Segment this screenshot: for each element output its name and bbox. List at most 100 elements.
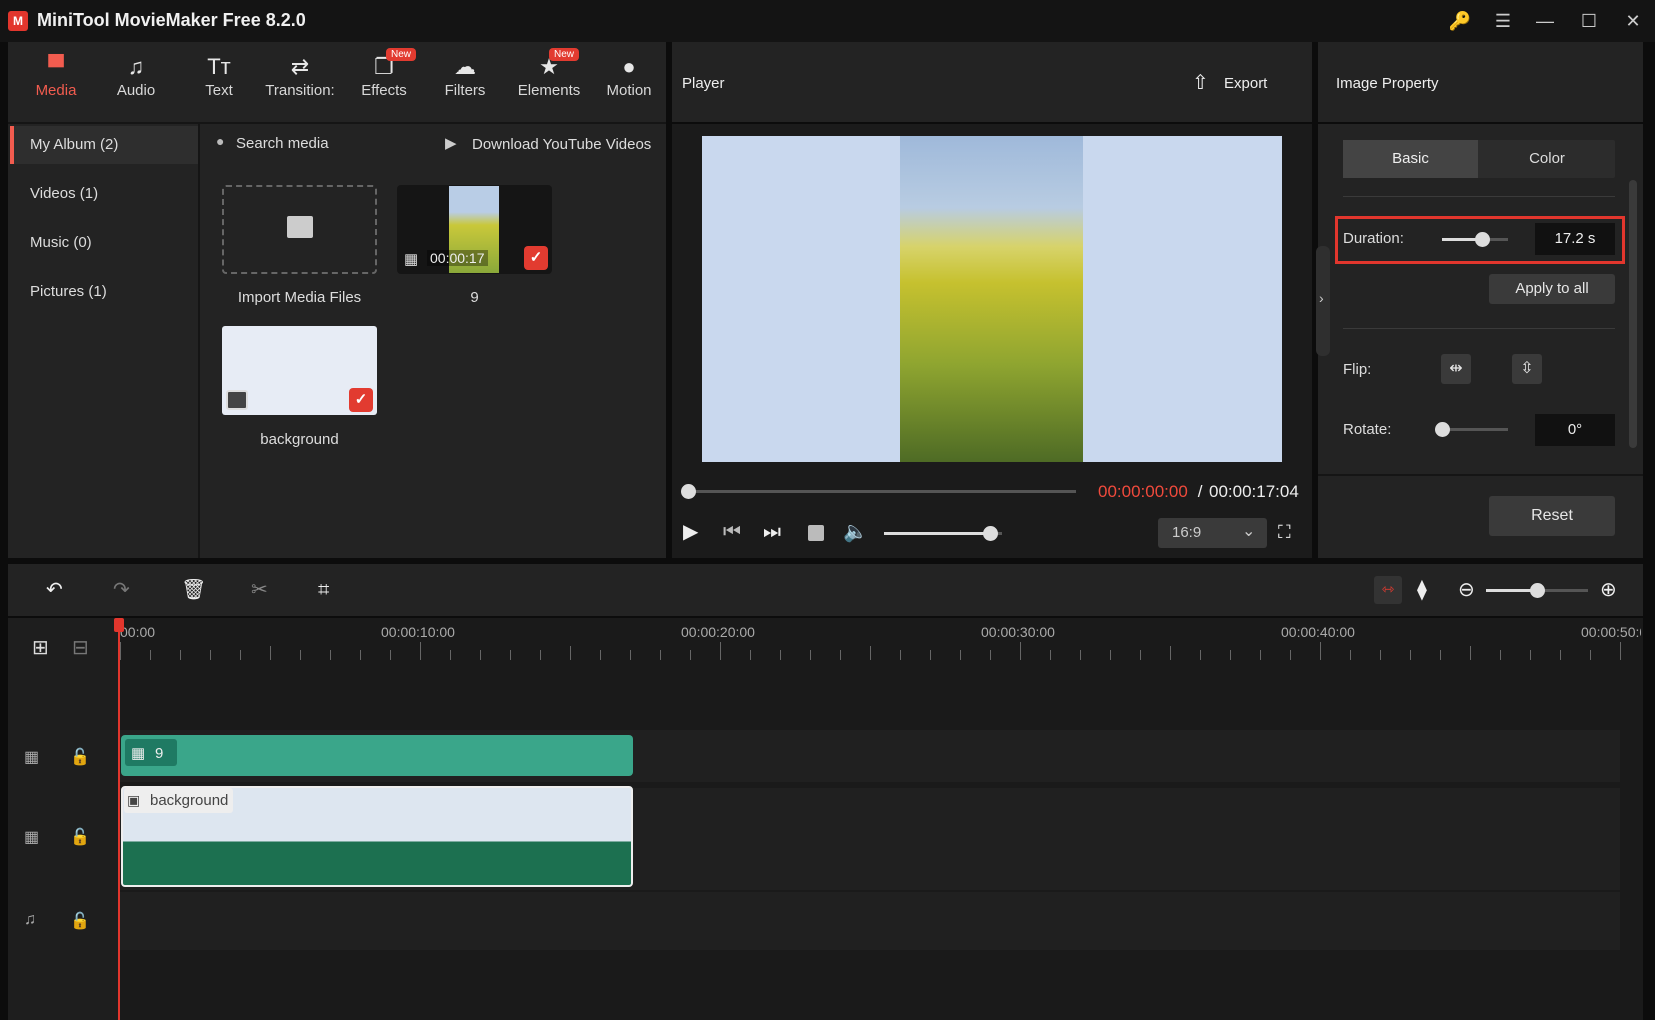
ruler-tick [1620, 642, 1621, 660]
ruler-tick [930, 650, 931, 660]
app-title: MiniTool MovieMaker Free 8.2.0 [37, 10, 306, 30]
property-scrollbar[interactable] [1629, 180, 1637, 448]
reset-button[interactable]: Reset [1489, 496, 1615, 536]
lock-icon[interactable]: 🔓 [70, 827, 90, 847]
ruler-tick [330, 650, 331, 660]
flip-horizontal-icon[interactable]: ⇹ [1441, 354, 1471, 384]
playhead-handle[interactable] [114, 618, 124, 632]
previous-frame-icon[interactable]: ⏮ [723, 520, 741, 544]
search-input[interactable]: Search media [236, 135, 386, 152]
ruler-tick [180, 650, 181, 660]
flip-vertical-icon[interactable]: ⇳ [1512, 354, 1542, 384]
ruler-tick [390, 650, 391, 660]
tab-basic[interactable]: Basic [1343, 140, 1478, 178]
clip-duration: 00:00:17 [427, 250, 488, 266]
player-header [672, 42, 1312, 122]
tab-label: Audio [116, 82, 156, 99]
tab-audio[interactable]: ♫ Audio [98, 52, 174, 112]
ruler-tick [1140, 650, 1141, 660]
background-name: background [260, 431, 339, 448]
apply-to-all-button[interactable]: Apply to all [1489, 274, 1615, 304]
tab-media[interactable]: ▀ Media [18, 52, 94, 112]
flip-label: Flip: [1343, 361, 1372, 378]
ruler-tick [540, 650, 541, 660]
redo-icon[interactable]: ↷ [113, 578, 130, 602]
rotate-input[interactable]: 0° [1535, 414, 1615, 446]
ruler-tick [510, 650, 511, 660]
fullscreen-icon[interactable]: ⛶ [1278, 520, 1291, 544]
ruler-tick [120, 642, 121, 660]
zoom-handle[interactable] [1530, 583, 1545, 598]
ruler-tick [480, 650, 481, 660]
album-item-videos[interactable]: Videos (1) [10, 175, 198, 213]
progress-track[interactable] [688, 490, 1076, 493]
checked-icon[interactable]: ✓ [349, 388, 373, 412]
lock-icon[interactable]: 🔓 [70, 747, 90, 767]
undo-icon[interactable]: ↶ [46, 578, 63, 602]
duration-slider-handle[interactable] [1474, 232, 1490, 247]
current-time: 00:00:00:00 [1098, 482, 1188, 501]
add-track-icon[interactable]: ⊞ [32, 635, 49, 660]
folder-icon [287, 216, 313, 238]
rotate-slider-track[interactable] [1442, 428, 1508, 431]
tab-color[interactable]: Color [1479, 140, 1615, 178]
minimize-button[interactable]: — [1530, 8, 1560, 34]
chevron-right-icon: › [1319, 290, 1324, 306]
tab-elements[interactable]: New ★ Elements [509, 48, 589, 112]
menu-icon[interactable]: ☰ [1488, 8, 1518, 34]
timeline-ruler[interactable] [120, 618, 1621, 674]
divider [1343, 328, 1615, 329]
property-panel [1318, 124, 1643, 558]
export-button[interactable]: Export [1224, 75, 1267, 92]
rotate-slider-handle[interactable] [1435, 422, 1450, 437]
download-youtube-link[interactable]: Download YouTube Videos [472, 136, 651, 153]
tab-effects[interactable]: New ❐ Effects [346, 48, 422, 112]
ruler-tick [870, 646, 871, 660]
remove-track-icon[interactable]: ⊟ [72, 635, 89, 660]
split-icon[interactable]: ✂ [251, 578, 268, 602]
ruler-tick [1110, 650, 1111, 660]
ruler-tick [1290, 650, 1291, 660]
tab-label: Effects [361, 82, 407, 99]
play-icon[interactable]: ▶ [683, 520, 698, 544]
fit-timeline-icon[interactable]: ⧫ [1417, 578, 1427, 602]
ruler-tick [1440, 650, 1441, 660]
ruler-tick [420, 642, 421, 660]
album-item-my-album[interactable]: My Album (2) [10, 126, 198, 164]
ruler-tick [450, 650, 451, 660]
snap-icon[interactable]: ⇿ [1374, 576, 1402, 604]
ruler-tick [840, 650, 841, 660]
duration-input[interactable]: 17.2 s [1535, 223, 1615, 255]
album-item-pictures[interactable]: Pictures (1) [10, 273, 198, 311]
key-icon[interactable]: 🔑 [1445, 8, 1475, 34]
crop-icon[interactable]: ⌗ [318, 578, 329, 602]
video-clip[interactable] [121, 735, 633, 776]
tab-filters[interactable]: ☁ Filters [427, 52, 503, 112]
tab-motion[interactable]: ● Motion [591, 52, 667, 112]
album-item-music[interactable]: Music (0) [10, 224, 198, 262]
export-icon: ⇧ [1192, 72, 1209, 94]
tab-text[interactable]: Tт Text [181, 52, 257, 112]
zoom-in-icon[interactable]: ⊕ [1600, 578, 1617, 602]
ruler-tick [300, 650, 301, 660]
ruler-tick [660, 650, 661, 660]
clip-name: 9 [470, 289, 479, 306]
delete-icon[interactable]: 🗑 [181, 578, 206, 602]
music-note-icon: ♫ [127, 54, 145, 79]
playhead[interactable] [118, 618, 120, 1020]
checked-icon[interactable]: ✓ [524, 246, 548, 270]
tab-transition[interactable]: ⇄ Transition: [260, 52, 340, 112]
ruler-tick [1560, 650, 1561, 660]
progress-handle[interactable] [681, 484, 696, 499]
next-frame-icon[interactable]: ⏭ [763, 520, 781, 544]
ruler-tick [600, 650, 601, 660]
stop-icon[interactable] [808, 525, 824, 541]
zoom-out-icon[interactable]: ⊖ [1458, 578, 1475, 602]
film-icon: ▦ [131, 745, 146, 762]
maximize-button[interactable]: ☐ [1574, 8, 1604, 34]
lock-icon[interactable]: 🔓 [70, 911, 90, 931]
volume-icon[interactable]: 🔈 [843, 520, 868, 544]
close-button[interactable]: ✕ [1618, 8, 1648, 34]
chevron-down-icon: ⌄ [1242, 523, 1256, 540]
tab-label: Transition: [265, 82, 335, 99]
